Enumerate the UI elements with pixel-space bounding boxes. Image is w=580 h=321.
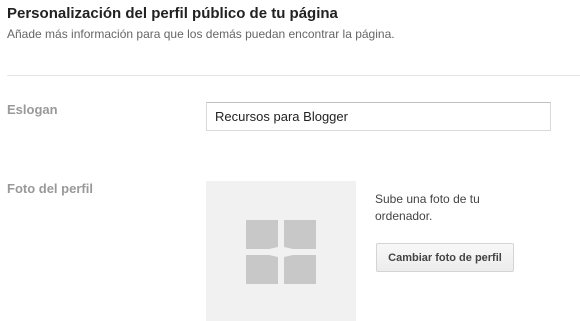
section-divider <box>7 75 580 76</box>
upload-hint-text: Sube una foto de tu ordenador. <box>375 192 480 223</box>
profile-customization-panel: Personalización del perfil público de tu… <box>0 0 580 321</box>
slogan-input[interactable] <box>206 102 551 131</box>
slogan-label: Eslogan <box>7 102 58 117</box>
page-subtitle: Añade más información para que los demás… <box>7 27 395 41</box>
profile-photo-preview <box>206 181 356 321</box>
change-profile-photo-button[interactable]: Cambiar foto de perfil <box>376 243 514 272</box>
image-placeholder-icon <box>246 220 316 284</box>
profile-photo-label: Foto del perfil <box>7 181 93 196</box>
page-title: Personalización del perfil público de tu… <box>7 5 338 22</box>
